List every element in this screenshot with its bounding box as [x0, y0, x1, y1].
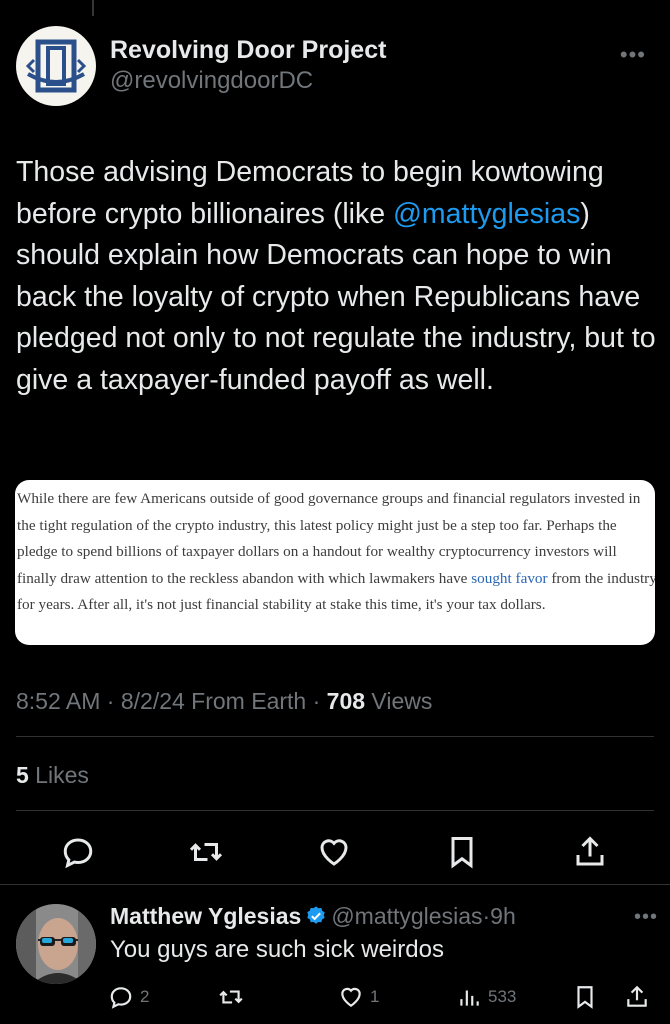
revolving-door-logo-icon [25, 39, 87, 93]
divider [16, 810, 654, 811]
views-label: Views [365, 688, 433, 714]
likes-label: Likes [28, 762, 89, 788]
reply-icon [110, 987, 132, 1009]
retweet-icon [219, 990, 243, 1004]
reply-time[interactable]: 9h [490, 903, 516, 929]
thread-connector-line [92, 0, 94, 16]
tweet-meta: 8:52 AM · 8/2/24 From Earth · 708 Views [16, 686, 432, 716]
views-count: 708 [326, 688, 366, 714]
analytics-icon [460, 990, 479, 1006]
reply-views-button[interactable]: 533 [456, 982, 516, 1012]
separator: · [100, 688, 121, 714]
tweet-header: Revolving Door Project @revolvingdoorDC … [16, 26, 656, 108]
like-icon [341, 987, 361, 1007]
tweet-action-bar [0, 826, 670, 876]
likes-count: 5 [16, 762, 29, 788]
share-icon[interactable] [572, 834, 608, 870]
reply-reply-button[interactable]: 2 [108, 982, 149, 1012]
reply-header: Matthew Yglesias @mattyglesias·9h [110, 902, 516, 930]
like-icon[interactable] [316, 834, 352, 870]
profile-photo-icon [16, 904, 96, 984]
image-quote-text: While there are few Americans outside of… [17, 486, 655, 619]
separator: · [306, 688, 327, 714]
mention-link[interactable]: @mattyglesias [393, 198, 580, 230]
avatar[interactable] [16, 26, 96, 106]
retweet-icon[interactable] [188, 834, 224, 870]
more-options-icon[interactable]: ••• [634, 906, 658, 929]
attached-image[interactable]: While there are few Americans outside of… [15, 480, 655, 645]
reply-bookmark-button[interactable] [572, 982, 598, 1012]
reply-action-bar: 2 1 533 [0, 982, 670, 1016]
reply-author-handle[interactable]: @mattyglesias [331, 903, 482, 929]
tweet-body: Those advising Democrats to begin kowtow… [16, 152, 656, 401]
views-count: 533 [488, 987, 517, 1006]
bookmark-icon [577, 986, 593, 1009]
more-options-icon[interactable]: ••• [620, 42, 646, 68]
avatar[interactable] [16, 904, 96, 984]
reply-like-button[interactable]: 1 [338, 982, 379, 1012]
tweet-date[interactable]: 8/2/24 [121, 688, 185, 714]
author-block: Revolving Door Project @revolvingdoorDC [110, 36, 386, 95]
bookmark-icon[interactable] [444, 834, 480, 870]
author-handle[interactable]: @revolvingdoorDC [110, 67, 386, 95]
reply-icon[interactable] [60, 834, 96, 870]
author-name[interactable]: Revolving Door Project [110, 36, 386, 64]
like-count: 1 [370, 987, 380, 1006]
reply-retweet-button[interactable] [218, 982, 244, 1012]
divider [0, 884, 670, 885]
divider [16, 736, 654, 737]
reply-text: You guys are such sick weirdos [110, 936, 444, 963]
likes-row[interactable]: 5 Likes [16, 760, 89, 790]
tweet-time[interactable]: 8:52 AM [16, 688, 100, 714]
reply-count: 2 [140, 987, 150, 1006]
verified-badge-icon[interactable] [305, 905, 327, 927]
reply-author-name[interactable]: Matthew Yglesias [110, 903, 301, 929]
share-icon [627, 985, 647, 1007]
image-link-text: sought favor [471, 569, 548, 587]
reply-share-button[interactable] [624, 982, 650, 1012]
tweet-source: From Earth [184, 688, 307, 714]
reply-tweet[interactable]: Matthew Yglesias @mattyglesias·9h ••• You… [0, 896, 670, 1024]
